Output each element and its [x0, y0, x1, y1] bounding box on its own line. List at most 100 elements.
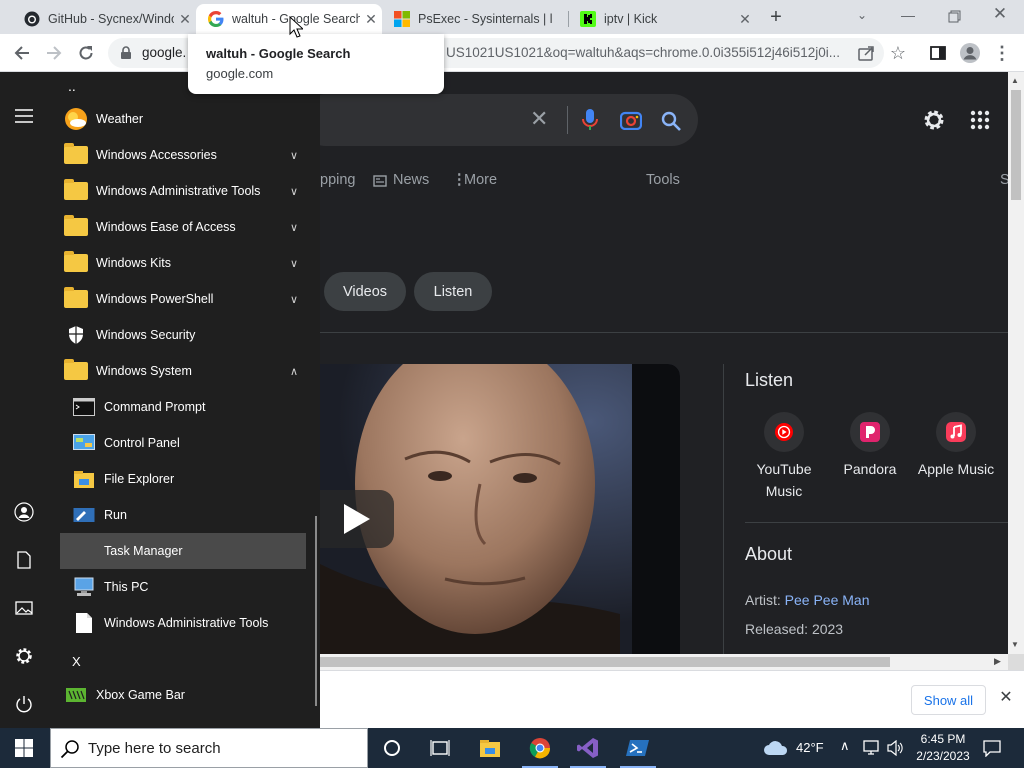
taskbar-file-explorer[interactable] [466, 728, 514, 768]
start-menu-app-list: .. Weather Windows Accessories ∨ Windows… [48, 72, 320, 728]
tab-kick[interactable]: iptv | Kick ✕ [570, 4, 756, 34]
chip-videos[interactable]: Videos [324, 272, 406, 311]
artist-label: Artist: [745, 592, 781, 608]
play-icon [344, 504, 370, 534]
nav-tools[interactable]: Tools [646, 172, 680, 188]
scroll-down-icon[interactable]: ▼ [1011, 640, 1019, 649]
start-item-xbox-game-bar[interactable]: Xbox Game Bar [60, 677, 306, 713]
profile-button[interactable] [958, 41, 982, 65]
clock-date[interactable]: 2/23/2023 [909, 749, 977, 763]
scroll-up-icon[interactable]: ▲ [1011, 76, 1019, 85]
start-item-file-explorer[interactable]: File Explorer [60, 461, 306, 497]
weather-cloud-icon[interactable] [762, 738, 790, 758]
side-panel-icon [930, 46, 946, 60]
voice-search-icon[interactable] [580, 108, 600, 132]
mouse-cursor-icon [289, 16, 303, 38]
close-tab-icon[interactable]: ✕ [174, 11, 196, 28]
task-view-button[interactable] [416, 728, 464, 768]
service-apple-music[interactable]: Apple Music [916, 412, 996, 480]
artist-link[interactable]: Pee Pee Man [785, 592, 870, 608]
chevron-up-icon[interactable]: ∧ [840, 738, 850, 754]
hscroll-thumb[interactable] [320, 657, 890, 667]
vertical-scrollbar[interactable]: ▲ ▼ [1008, 72, 1024, 654]
network-icon[interactable] [862, 740, 880, 756]
weather-temperature[interactable]: 42°F [796, 740, 824, 755]
start-item-windows-administrative-tools-doc[interactable]: Windows Administrative Tools [60, 605, 306, 641]
bookmark-button[interactable]: ☆ [886, 41, 910, 65]
new-tab-button[interactable]: + [764, 7, 788, 27]
nav-shopping-partial[interactable]: pping [320, 172, 355, 188]
hamburger-menu-button[interactable] [12, 104, 36, 128]
taskbar-search-box[interactable]: Type here to search [50, 728, 368, 768]
user-account-icon [14, 502, 34, 522]
search-divider [567, 106, 568, 134]
notification-center-icon[interactable] [982, 739, 1002, 757]
account-button[interactable] [12, 500, 36, 524]
forward-button[interactable] [42, 41, 66, 65]
folder-icon [64, 359, 88, 383]
chip-listen[interactable]: Listen [414, 272, 492, 311]
pandora-icon [850, 412, 890, 452]
service-pandora[interactable]: Pandora [830, 412, 910, 480]
tab-search-chevron-icon[interactable]: ⌄ [852, 8, 872, 26]
search-icon[interactable] [660, 110, 682, 132]
start-item-control-panel[interactable]: Control Panel [60, 425, 306, 461]
play-button[interactable] [320, 490, 394, 548]
nav-news[interactable]: News [393, 172, 429, 188]
google-apps-icon[interactable] [970, 110, 990, 130]
start-item-run[interactable]: Run [60, 497, 306, 533]
nav-more[interactable]: More [464, 172, 497, 188]
share-button[interactable] [854, 41, 878, 65]
tab-github[interactable]: GitHub - Sycnex/Windo ✕ [4, 4, 196, 34]
close-window-button[interactable]: ✕ [988, 4, 1012, 26]
reload-button[interactable] [74, 41, 98, 65]
taskbar-chrome[interactable] [516, 728, 564, 768]
lens-search-icon[interactable] [620, 110, 642, 130]
power-button[interactable] [12, 692, 36, 716]
hover-card-host: google.com [206, 66, 274, 81]
letter-header[interactable]: .. [68, 78, 76, 94]
start-folder-windows-accessories[interactable]: Windows Accessories ∨ [60, 137, 306, 173]
cortana-button[interactable] [368, 728, 416, 768]
share-icon [858, 46, 874, 61]
close-tab-icon[interactable]: ✕ [734, 11, 756, 28]
restore-button[interactable] [942, 6, 966, 26]
taskbar-visual-studio[interactable] [564, 728, 612, 768]
start-item-task-manager[interactable]: Task Manager [60, 533, 306, 569]
start-item-weather[interactable]: Weather [60, 101, 306, 137]
scroll-thumb[interactable] [1011, 90, 1021, 200]
github-icon [24, 11, 40, 27]
pictures-button[interactable] [12, 596, 36, 620]
start-item-windows-security[interactable]: Windows Security [60, 317, 306, 353]
scroll-right-icon[interactable]: ▶ [994, 656, 1001, 667]
clear-search-icon[interactable]: ✕ [530, 108, 548, 130]
clock-time[interactable]: 6:45 PM [913, 732, 973, 746]
letter-header-x[interactable]: X [72, 654, 81, 669]
start-folder-windows-administrative-tools[interactable]: Windows Administrative Tools ∨ [60, 173, 306, 209]
reload-icon [79, 46, 93, 60]
documents-button[interactable] [12, 548, 36, 572]
close-download-bar-icon[interactable]: ✕ [996, 687, 1016, 711]
minimize-button[interactable]: — [896, 7, 920, 27]
start-folder-windows-powershell[interactable]: Windows PowerShell ∨ [60, 281, 306, 317]
tab-psexec[interactable]: PsExec - Sysinternals | l [382, 4, 568, 34]
back-button[interactable] [10, 41, 34, 65]
start-folder-windows-kits[interactable]: Windows Kits ∨ [60, 245, 306, 281]
show-all-button[interactable]: Show all [911, 685, 986, 715]
close-tab-icon[interactable]: ✕ [360, 11, 382, 28]
start-item-command-prompt[interactable]: Command Prompt [60, 389, 306, 425]
taskbar-powershell[interactable] [614, 728, 662, 768]
task-manager-icon [72, 539, 96, 563]
start-item-this-pc[interactable]: This PC [60, 569, 306, 605]
start-button[interactable] [0, 728, 48, 768]
start-folder-windows-ease-of-access[interactable]: Windows Ease of Access ∨ [60, 209, 306, 245]
volume-icon[interactable] [886, 740, 904, 756]
start-folder-windows-system[interactable]: Windows System ∧ [60, 353, 306, 389]
restore-icon [948, 10, 961, 23]
side-panel-button[interactable] [926, 41, 950, 65]
settings-button[interactable] [12, 644, 36, 668]
start-list-scrollbar[interactable] [315, 516, 317, 706]
service-youtube-music[interactable]: YouTube Music [744, 412, 824, 502]
chrome-menu-button[interactable]: ⋮ [990, 41, 1014, 65]
settings-gear-icon[interactable] [922, 108, 946, 132]
